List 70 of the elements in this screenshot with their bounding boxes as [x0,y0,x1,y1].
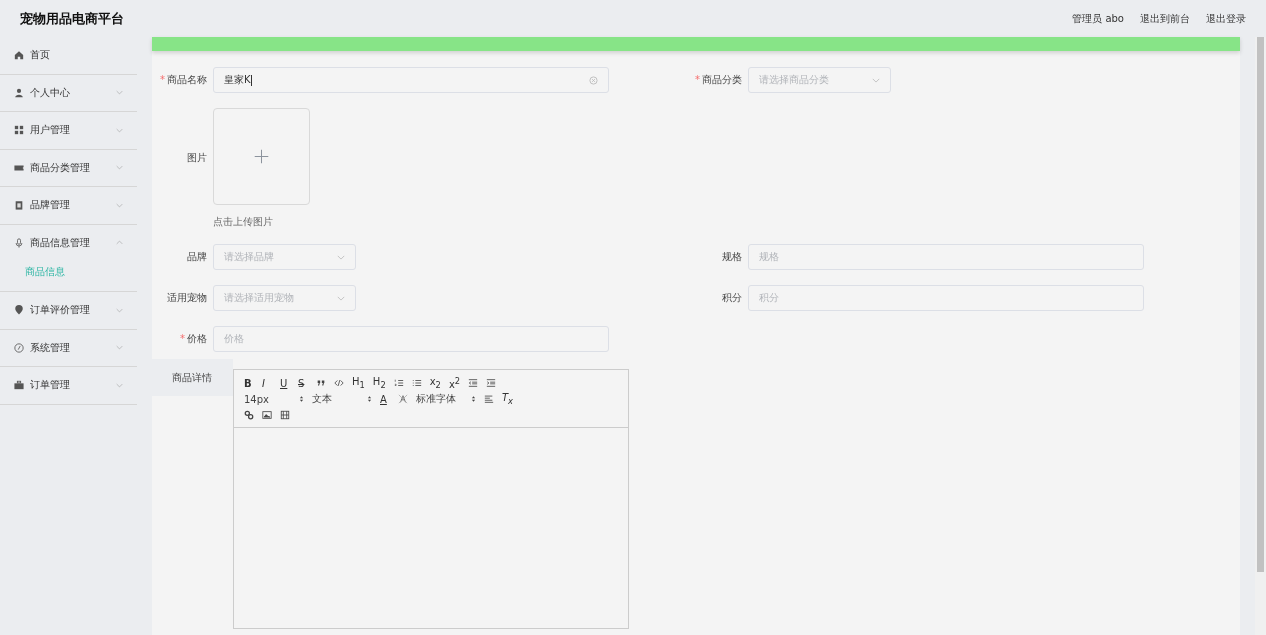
sidebar-item[interactable]: 商品信息管理 [0,224,137,261]
label-text: 商品详情 [172,370,212,385]
bold-button[interactable]: B [244,377,254,389]
briefcase-icon [14,380,24,391]
align-icon[interactable] [484,394,494,404]
clipboard-icon [14,200,24,211]
label-text: 品牌 [187,251,207,262]
label-text: 图片 [187,152,207,163]
toolbar-dropdown[interactable]: 14px [244,393,304,405]
dropdown-value: 文本 [312,392,332,406]
header-link[interactable]: 退出到前台 [1140,11,1190,26]
sidebar-item[interactable]: 个人中心 [0,74,137,111]
clear-format-button[interactable]: T$_{x}$ [502,392,514,406]
required-mark: * [695,74,700,85]
sort-arrows-icon [471,395,476,403]
label-text: 规格 [722,251,742,262]
dropdown-value: 14px [244,393,269,405]
label-text: 价格 [187,333,207,344]
toolbar-dropdown[interactable]: 文本 [312,392,372,406]
label-text: 适用宠物 [167,292,207,303]
image-icon[interactable] [262,410,272,420]
compass-icon [14,342,24,353]
user-icon [14,87,24,98]
sidebar-item[interactable]: 首页 [0,37,137,74]
format-button[interactable]: H$_{2}$ [372,376,386,390]
scrollbar[interactable] [1255,37,1266,635]
chevron-down-icon [337,295,345,301]
required-mark: * [180,333,185,344]
link-icon[interactable] [244,410,254,420]
format-button[interactable]: x$_{2}$ [429,376,441,390]
sidebar-item[interactable]: 商品分类管理 [0,149,137,186]
strike-button[interactable]: S [298,377,308,389]
header-link[interactable]: 退出登录 [1206,11,1246,26]
site-title: 宠物用品电商平台 [20,9,124,28]
sidebar-item[interactable]: 系统管理 [0,329,137,366]
font-color-button[interactable]: A [380,393,390,405]
sidebar-item[interactable]: 用户管理 [0,112,137,149]
list-bullet-icon[interactable] [411,378,422,388]
grid-icon [14,125,24,136]
home-icon [14,50,24,61]
indent-icon[interactable] [486,378,497,388]
label-text: 商品名称 [167,74,207,85]
sidebar-item[interactable]: 订单评价管理 [0,292,137,329]
required-mark: * [160,74,165,85]
quote-icon[interactable] [316,378,326,388]
video-icon[interactable] [280,410,290,420]
label-text: 积分 [722,292,742,303]
background-icon[interactable] [398,394,408,404]
plus-icon [253,148,270,165]
header-link[interactable]: 管理员 abo [1072,11,1124,26]
pin-icon [14,305,24,316]
sort-arrows-icon [299,395,304,403]
outdent-icon[interactable] [468,378,479,388]
format-button[interactable]: H$_{1}$ [352,376,365,390]
chevron-down-icon [337,254,345,260]
sidebar-item[interactable]: 订单管理 [0,367,137,404]
toolbar-dropdown[interactable]: 标准字体 [416,392,476,406]
sort-arrows-icon [367,395,372,403]
list-ordered-icon[interactable] [393,378,404,388]
label-text: 商品分类 [702,74,742,85]
code-icon[interactable] [334,378,344,388]
sidebar-item[interactable]: 品牌管理 [0,187,137,224]
format-button[interactable]: x$^{2}$ [448,375,461,391]
dropdown-value: 标准字体 [416,392,456,406]
italic-button[interactable]: I [262,377,272,389]
upload-hint: 点击上传图片 [213,215,274,229]
chevron-down-icon [872,77,880,83]
underline-button[interactable]: U [280,377,290,389]
microphone-icon [14,237,24,248]
input-field[interactable]: 皇家K [213,67,609,93]
